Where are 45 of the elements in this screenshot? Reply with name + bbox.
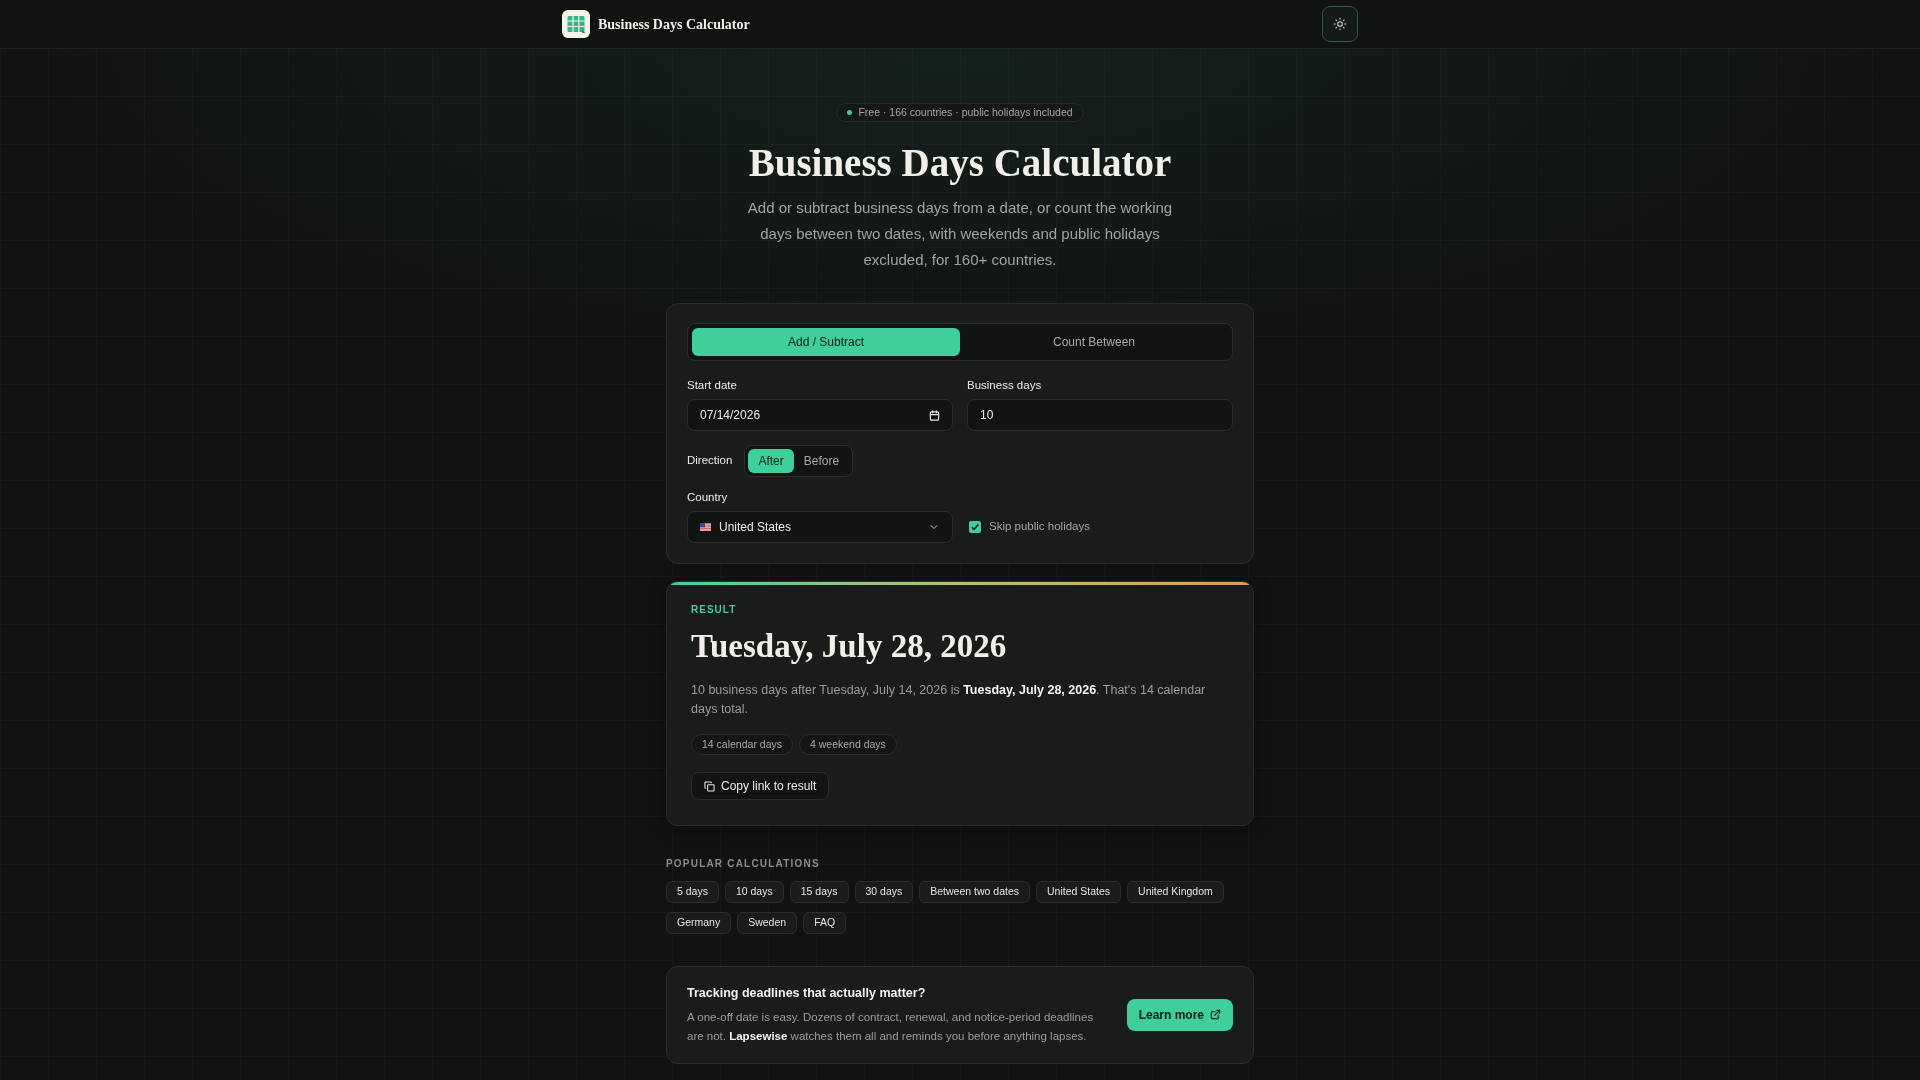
result-label: RESULT <box>691 603 738 617</box>
number-field[interactable]: 10 <box>967 399 1233 431</box>
status-dot-icon <box>847 110 853 115</box>
field-label: Start date <box>687 379 738 391</box>
learn-more-button[interactable]: Learn more <box>1126 998 1233 1031</box>
flag-icon <box>700 523 711 531</box>
field-label: Country <box>687 491 729 503</box>
copy-icon <box>704 780 715 792</box>
popular-link[interactable]: FAQ <box>803 912 847 934</box>
stat-chip: 4 weekend days <box>799 734 897 755</box>
popular-link[interactable]: 10 days <box>724 881 784 903</box>
promo-title: Tracking deadlines that actually matter? <box>687 985 927 1002</box>
logo-icon <box>562 10 590 38</box>
page-subtitle: Add or subtract business days from a date, or count the working days between two dates, with weekends and public holidays excluded, for 160+ countries. <box>746 198 1174 270</box>
popular-link[interactable]: Sweden <box>737 912 798 934</box>
popular-link[interactable]: 30 days <box>854 881 914 903</box>
popular-link[interactable]: Between two dates <box>919 881 1030 903</box>
popular-link[interactable]: Germany <box>666 912 732 934</box>
copy-link-button[interactable]: Copy link to result <box>691 772 830 800</box>
popular-link[interactable]: 5 days <box>666 881 719 903</box>
country-select[interactable]: United States <box>687 511 953 543</box>
promo-text: A one-off date is easy. Dozens of contract, renewal, and notice-period deadlines are not. Lapsewise watches them all and reminds you before anything lapses. <box>687 1009 1095 1044</box>
mode-tab[interactable]: Add / Subtract <box>692 328 960 356</box>
theme-toggle-button[interactable] <box>1322 6 1358 42</box>
date-field[interactable]: 07/14/2026 <box>687 399 953 431</box>
site-title[interactable]: Business Days Calculator <box>598 13 750 35</box>
popular-link[interactable]: United Kingdom <box>1127 881 1224 903</box>
direction-option[interactable]: Before <box>793 449 850 473</box>
mode-tab[interactable]: Count Between <box>960 328 1228 356</box>
direction-option[interactable]: After <box>748 449 794 473</box>
direction-label: Direction <box>687 453 733 469</box>
result-date: Tuesday, July 28, 2026 <box>691 627 1008 666</box>
checkbox-label[interactable]: Skip public holidays <box>989 518 1090 536</box>
result-summary: 10 business days after Tuesday, July 14, 2026 is Tuesday, July 28, 2026. That's 14 calendar days total. <box>691 682 1207 718</box>
info-badge: Free · 166 countries · public holidays included <box>836 103 1084 122</box>
page-title: Business Days Calculator <box>748 140 1172 186</box>
popular-link[interactable]: 15 days <box>789 881 849 903</box>
field-label: Business days <box>967 379 1043 391</box>
external-link-icon <box>1210 1009 1221 1021</box>
checkbox[interactable] <box>969 521 981 533</box>
calendar-icon[interactable] <box>929 409 940 421</box>
popular-link[interactable]: United States <box>1036 881 1122 903</box>
sun-icon <box>1333 17 1347 31</box>
section-heading: POPULAR CALCULATIONS <box>666 858 821 870</box>
stat-chip: 14 calendar days <box>691 734 793 755</box>
